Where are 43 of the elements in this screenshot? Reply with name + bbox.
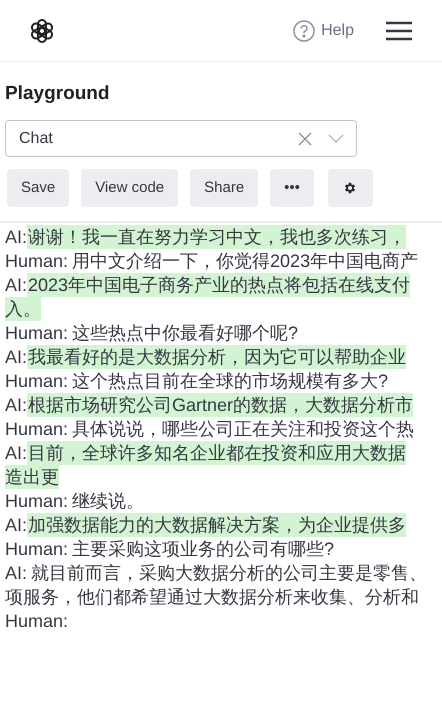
knot-logo-icon[interactable]	[28, 16, 56, 44]
speaker-label: Human:	[5, 490, 68, 513]
speaker-label: AI:	[5, 274, 28, 297]
message-text: 造出更	[5, 465, 59, 489]
message-text: 用中文介绍一下，你觉得2023年中国电商产	[71, 250, 418, 273]
message-text: 这个热点目前在全球的市场规模有多大?	[71, 370, 388, 393]
speaker-label: Human:	[5, 610, 68, 633]
help-link[interactable]: Help	[293, 18, 354, 42]
message-text: 2023年中国电子商务产业的热点将包括在线支付	[27, 273, 410, 297]
menu-icon[interactable]	[386, 20, 412, 40]
message-text: 具体说说，哪些公司正在关注和投资这个热	[71, 418, 414, 441]
message-text: 目前，全球许多知名企业都在投资和应用大数据	[27, 441, 406, 465]
message-text: 我最看好的是大数据分析，因为它可以帮助企业	[27, 345, 406, 369]
toolbar-button[interactable]: View code	[81, 169, 178, 207]
speaker-label: AI:	[5, 346, 28, 369]
speaker-label: AI:	[5, 442, 28, 465]
page-title: Playground	[5, 82, 110, 106]
message-text: 加强数据能力的大数据解决方案，为企业提供多	[27, 513, 406, 537]
message-text: 谢谢！我一直在努力学习中文，我也多次练习，	[27, 225, 406, 249]
message-text: 入。	[5, 297, 41, 321]
speaker-label: Human:	[5, 370, 68, 393]
settings-icon	[343, 181, 358, 195]
message-text: 继续说。	[71, 490, 144, 513]
message-text: 项服务，他们都希望通过大数据分析来收集、分析和	[5, 586, 419, 609]
speaker-label: Human:	[5, 538, 68, 561]
mode-select[interactable]: Chat	[5, 120, 357, 157]
message-text: 就目前而言，采购大数据分析的公司主要是零售、	[30, 562, 428, 585]
speaker-label: AI:	[5, 514, 28, 537]
message-text: 这些热点中你最看好哪个呢?	[71, 322, 298, 345]
speaker-label: Human:	[5, 250, 68, 273]
speaker-label: Human:	[5, 418, 68, 441]
toolbar-button[interactable]: Save	[7, 169, 70, 207]
speaker-label: AI:	[5, 394, 28, 417]
speaker-label: Human:	[5, 322, 68, 345]
speaker-label: AI:	[5, 226, 28, 249]
help-icon	[293, 20, 316, 42]
message-text: 根据市场研究公司Gartner的数据，大数据分析市	[27, 393, 414, 417]
settings-button[interactable]	[328, 169, 373, 207]
toolbar-button[interactable]: Share	[190, 169, 258, 207]
toolbar-button[interactable]: •••	[270, 169, 314, 207]
speaker-label: AI:	[5, 562, 28, 585]
message-text: 主要采购这项业务的公司有哪些?	[71, 538, 334, 561]
clear-icon[interactable]	[298, 132, 312, 146]
